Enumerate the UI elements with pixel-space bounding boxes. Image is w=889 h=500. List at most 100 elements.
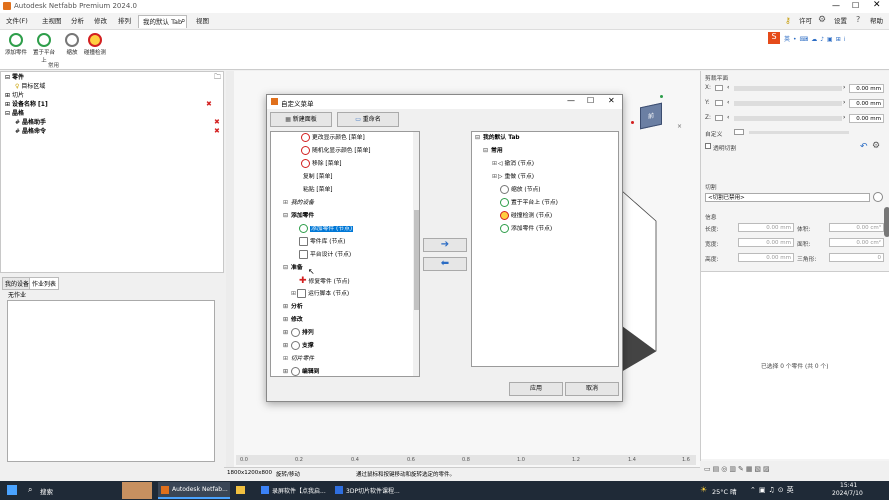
- folder-icon[interactable]: 🗀: [214, 73, 221, 84]
- group-analysis[interactable]: ⊞ 分析: [283, 301, 303, 313]
- license-button[interactable]: 许可: [795, 15, 816, 28]
- clip-settings-icon[interactable]: ⚙: [872, 141, 880, 151]
- expand-icon[interactable]: ⊞: [283, 314, 289, 326]
- axis-y-left-icon[interactable]: ‹: [727, 99, 729, 106]
- axis-x-right-icon[interactable]: ›: [843, 84, 845, 91]
- menu-view[interactable]: 视图: [192, 15, 213, 28]
- cancel-button[interactable]: 取消: [565, 382, 619, 396]
- taskbar-search[interactable]: 搜索: [40, 486, 53, 496]
- expand-icon[interactable]: ⊞: [283, 197, 289, 209]
- cmd-repair-part[interactable]: ✚ 修复零件 (节点): [299, 275, 350, 287]
- cmd-part-library[interactable]: 零件库 (节点): [299, 236, 345, 248]
- menu-modify[interactable]: 修改: [90, 15, 111, 28]
- group-support[interactable]: ⊞ 支撑: [283, 340, 314, 352]
- taskbar-app-recorder[interactable]: 录屏软件【点我启...: [258, 482, 330, 499]
- group-prepare[interactable]: ⊟ 准备: [283, 262, 303, 274]
- tree-parts[interactable]: ⊟ 零件: [5, 73, 24, 82]
- menu-home-view[interactable]: 主视图: [38, 15, 66, 28]
- maximize-icon[interactable]: ☐: [852, 1, 859, 10]
- expand-icon[interactable]: ⊞: [283, 301, 289, 313]
- tree-target-area[interactable]: ♀ 目标区域: [15, 82, 45, 91]
- job-list-box[interactable]: [7, 300, 215, 462]
- reset-icon[interactable]: ↶: [860, 142, 868, 152]
- taskbar-app-netfabb[interactable]: Autodesk Netfab...: [158, 482, 230, 499]
- group-modify[interactable]: ⊞ 修改: [283, 314, 303, 326]
- expand-icon[interactable]: ⊞: [283, 353, 289, 365]
- tree-lattice[interactable]: ⊟ 晶格: [5, 109, 24, 118]
- dialog-minimize-icon[interactable]: —: [567, 96, 575, 105]
- cmd-copy[interactable]: 复制 [菜单]: [303, 171, 333, 183]
- axis-z-toggle[interactable]: [715, 115, 723, 121]
- add-part-button[interactable]: 添加零件: [3, 33, 29, 56]
- tab-root[interactable]: ⊟ 我的默认 Tab: [475, 132, 520, 144]
- dialog-close-icon[interactable]: ✕: [608, 96, 615, 105]
- tab-item-collision[interactable]: 碰撞检测 (节点): [500, 210, 552, 222]
- group-add-part[interactable]: ⊟ 添加零件: [283, 210, 314, 222]
- ime-logo-icon[interactable]: S: [768, 32, 780, 44]
- transparent-checkbox[interactable]: [705, 143, 711, 149]
- tab-layout-list[interactable]: ⊟ 我的默认 Tab ⊟ 常用 ⊞◁ 撤消 (节点) ⊞▷ 重做 (节点) 缩放 (…: [471, 131, 619, 367]
- axis-x-field[interactable]: 0.00 mm: [849, 84, 884, 93]
- cmd-run-script[interactable]: ⊞ 运行脚本 (节点): [291, 288, 349, 300]
- collapse-icon[interactable]: ⊟: [475, 132, 481, 144]
- tab-group-common[interactable]: ⊟ 常用: [483, 145, 503, 157]
- axis-x-toggle[interactable]: [715, 85, 723, 91]
- tab-item-scale[interactable]: 缩放 (节点): [500, 184, 541, 196]
- weather-text[interactable]: 25°C 晴: [712, 486, 737, 496]
- cmd-random-color[interactable]: 随机化显示颜色 [菜单]: [301, 145, 371, 157]
- slice-button[interactable]: [873, 192, 883, 202]
- nav-cube[interactable]: 前: [640, 102, 662, 130]
- cmd-add-part-node[interactable]: 添加零件 (节点): [299, 223, 354, 235]
- tab-job-list[interactable]: 作业列表: [29, 277, 60, 290]
- rename-button[interactable]: ▭ 重命名: [337, 112, 399, 127]
- ime-toolbar-icons[interactable]: 英•⌨☁♪▣⊞⁞: [784, 34, 864, 43]
- slice-select[interactable]: <切割已禁用>: [705, 193, 870, 202]
- cmd-change-color[interactable]: 更改显示颜色 [菜单]: [301, 132, 365, 144]
- collapse-icon[interactable]: ⊟: [283, 262, 289, 274]
- tree-device[interactable]: ⊞ 设备名称 [1]: [5, 100, 48, 109]
- expand-icon[interactable]: ⊞: [283, 366, 289, 376]
- add-to-tab-button[interactable]: ➔: [423, 238, 467, 252]
- remove-from-tab-button[interactable]: ⬅: [423, 257, 467, 271]
- bottom-tool-icons[interactable]: ▭▤◎▥✎▦▧▨: [704, 465, 808, 473]
- clock-time[interactable]: 15:41: [840, 482, 857, 489]
- menu-analysis[interactable]: 分析: [67, 15, 88, 28]
- axis-z-left-icon[interactable]: ‹: [727, 114, 729, 121]
- tab-my-devices[interactable]: 我的设备: [2, 277, 33, 290]
- axis-z-field[interactable]: 0.00 mm: [849, 114, 884, 123]
- group-my-device[interactable]: ⊞ 我的设备: [283, 197, 314, 209]
- minimize-icon[interactable]: —: [832, 1, 840, 10]
- axis-y-right-icon[interactable]: ›: [843, 99, 845, 106]
- axis-x-slider[interactable]: [734, 86, 842, 91]
- custom-slider[interactable]: [749, 131, 849, 134]
- new-tab-button[interactable]: ▦ 新建面板: [270, 112, 332, 127]
- panel-scroll-handle[interactable]: [884, 207, 889, 237]
- menu-file[interactable]: 文件(F): [2, 15, 32, 28]
- group-arrange[interactable]: ⊞ 排列: [283, 327, 314, 339]
- axis-y-slider[interactable]: [734, 101, 842, 106]
- group-slice-part[interactable]: ⊞ 切片零件: [283, 353, 314, 365]
- collapse-icon[interactable]: ⊟: [483, 145, 489, 157]
- file-explorer-icon[interactable]: [236, 486, 245, 494]
- tree-lattice-command[interactable]: # 晶格命令: [15, 127, 46, 136]
- tree-slices[interactable]: ⊞ 切片: [5, 91, 24, 100]
- close-icon[interactable]: ✕: [873, 0, 881, 10]
- cmd-paste[interactable]: 粘贴 [菜单]: [303, 184, 333, 196]
- axis-z-slider[interactable]: [734, 116, 842, 121]
- axis-close-icon[interactable]: ×: [677, 123, 682, 130]
- remove-device-icon[interactable]: ✖: [206, 100, 212, 108]
- dialog-maximize-icon[interactable]: ☐: [587, 96, 594, 105]
- apply-button[interactable]: 应用: [509, 382, 563, 396]
- remove-lattice-icon[interactable]: ✖: [214, 118, 220, 126]
- taskbar-search-icon[interactable]: ⌕: [28, 485, 32, 495]
- expand-icon[interactable]: ⊞: [283, 340, 289, 352]
- collision-detect-button[interactable]: 碰撞检测: [82, 33, 108, 56]
- help-button[interactable]: 帮助: [866, 15, 887, 28]
- clock-date[interactable]: 2024/7/10: [832, 490, 863, 497]
- remove-command-icon[interactable]: ✖: [214, 127, 220, 135]
- cmd-platform-design[interactable]: 平台设计 (节点): [299, 249, 351, 261]
- tab-item-undo[interactable]: ⊞◁ 撤消 (节点): [492, 158, 534, 170]
- group-edit-to[interactable]: ⊞ 编辑到: [283, 366, 319, 376]
- tab-item-redo[interactable]: ⊞▷ 重做 (节点): [492, 171, 534, 183]
- windows-start-icon[interactable]: [7, 485, 17, 495]
